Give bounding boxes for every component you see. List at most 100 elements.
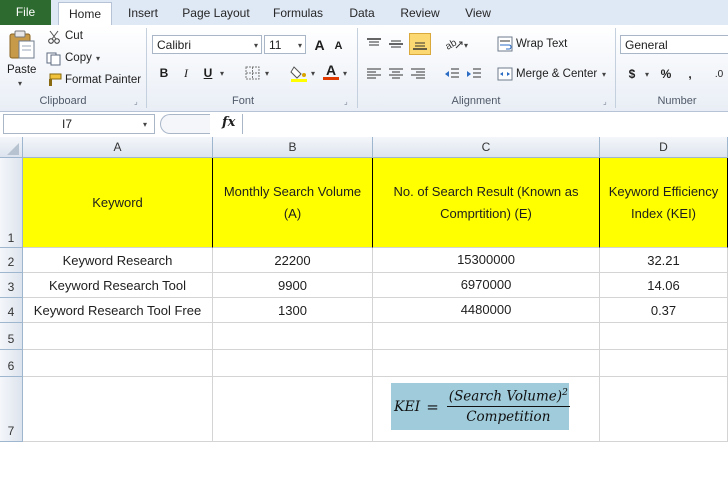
name-box-dropdown-icon[interactable]: ▾: [143, 120, 147, 129]
borders-icon[interactable]: [245, 66, 261, 81]
orientation-dropdown-icon[interactable]: ▾: [464, 41, 468, 50]
copy-button[interactable]: Copy: [65, 52, 92, 64]
bold-button[interactable]: B: [156, 64, 172, 82]
align-middle-icon[interactable]: [388, 37, 404, 51]
cell-empty[interactable]: [23, 377, 213, 442]
currency-dropdown-icon[interactable]: ▾: [645, 70, 649, 79]
number-format-combo[interactable]: General: [620, 35, 728, 54]
paste-dropdown-icon[interactable]: ▾: [18, 79, 22, 88]
font-dialog-launcher-icon[interactable]: ⌟: [344, 97, 348, 106]
decrease-indent-icon[interactable]: [444, 67, 460, 81]
column-header-b[interactable]: B: [213, 137, 373, 158]
cell-empty[interactable]: [23, 350, 213, 377]
paste-button[interactable]: Paste: [7, 64, 36, 76]
cell-results[interactable]: 15300000: [373, 248, 600, 273]
cell-keyword[interactable]: Keyword Research: [23, 248, 213, 273]
cell-empty[interactable]: [373, 323, 600, 350]
name-box[interactable]: I7: [3, 114, 155, 134]
currency-button[interactable]: $: [626, 65, 638, 83]
row-header-2[interactable]: 2: [0, 248, 23, 273]
header-cell-search-volume[interactable]: Monthly Search Volume (A): [213, 158, 373, 248]
cell-volume[interactable]: 1300: [213, 298, 373, 323]
format-painter-button[interactable]: Format Painter: [65, 74, 141, 86]
row-header-3[interactable]: 3: [0, 273, 23, 298]
cell-empty[interactable]: [600, 323, 728, 350]
row-header-1[interactable]: 1: [0, 158, 23, 248]
copy-icon[interactable]: [46, 52, 62, 66]
cell-volume[interactable]: 9900: [213, 273, 373, 298]
tab-home[interactable]: Home: [58, 2, 112, 27]
alignment-dialog-launcher-icon[interactable]: ⌟: [603, 97, 607, 106]
underline-button[interactable]: U: [200, 64, 216, 82]
cell-empty[interactable]: [213, 350, 373, 377]
grow-font-button[interactable]: A: [312, 35, 327, 54]
cell-empty[interactable]: [600, 377, 728, 442]
header-cell-kei[interactable]: Keyword Efficiency Index (KEI): [600, 158, 728, 248]
cell-keyword[interactable]: Keyword Research Tool Free: [23, 298, 213, 323]
increase-decimal-button[interactable]: .0: [710, 65, 728, 83]
increase-indent-icon[interactable]: [466, 67, 482, 81]
font-name-combo[interactable]: Calibri: [152, 35, 262, 54]
wrap-text-icon[interactable]: [497, 36, 513, 52]
cell-empty[interactable]: [213, 323, 373, 350]
cut-button[interactable]: Cut: [65, 30, 83, 42]
formula-input[interactable]: [242, 114, 728, 134]
row-header-6[interactable]: 6: [0, 350, 23, 377]
font-name-dropdown-icon[interactable]: ▾: [254, 41, 258, 50]
italic-button[interactable]: I: [178, 64, 194, 82]
cell-kei[interactable]: 0.37: [600, 298, 728, 323]
tab-file[interactable]: File: [0, 0, 51, 25]
wrap-text-button[interactable]: Wrap Text: [516, 38, 567, 50]
align-left-icon[interactable]: [366, 67, 382, 81]
borders-dropdown-icon[interactable]: ▾: [265, 69, 269, 78]
tab-insert[interactable]: Insert: [115, 2, 171, 25]
cut-icon[interactable]: [47, 30, 61, 44]
align-center-icon[interactable]: [388, 67, 404, 81]
copy-dropdown-icon[interactable]: ▾: [96, 54, 100, 63]
tab-view[interactable]: View: [455, 2, 501, 25]
format-painter-icon[interactable]: [46, 73, 62, 87]
cell-keyword[interactable]: Keyword Research Tool: [23, 273, 213, 298]
insert-function-button[interactable]: fx: [222, 115, 235, 130]
cell-empty[interactable]: [373, 350, 600, 377]
cell-kei[interactable]: 32.21: [600, 248, 728, 273]
cell-kei[interactable]: 14.06: [600, 273, 728, 298]
cell-results[interactable]: 6970000: [373, 273, 600, 298]
cell-empty[interactable]: [600, 350, 728, 377]
kei-formula-image[interactable]: KEI = (Search Volume)2 Competition: [391, 383, 570, 430]
merge-center-dropdown-icon[interactable]: ▾: [602, 70, 606, 79]
cell-results[interactable]: 4480000: [373, 298, 600, 323]
comma-style-button[interactable]: ,: [685, 65, 695, 83]
column-header-c[interactable]: C: [373, 137, 600, 158]
cell-empty[interactable]: [213, 377, 373, 442]
row-header-7[interactable]: 7: [0, 377, 23, 442]
row-header-4[interactable]: 4: [0, 298, 23, 323]
tab-review[interactable]: Review: [392, 2, 448, 25]
tab-data[interactable]: Data: [340, 2, 384, 25]
select-all-corner[interactable]: [0, 137, 23, 158]
fill-color-dropdown-icon[interactable]: ▾: [311, 69, 315, 78]
row-header-5[interactable]: 5: [0, 323, 23, 350]
tab-formulas[interactable]: Formulas: [264, 2, 332, 25]
header-cell-keyword[interactable]: Keyword: [23, 158, 213, 248]
merge-center-button[interactable]: Merge & Center: [516, 68, 597, 80]
align-right-icon[interactable]: [410, 67, 426, 81]
font-size-dropdown-icon[interactable]: ▾: [298, 41, 302, 50]
tab-page-layout[interactable]: Page Layout: [176, 2, 256, 25]
column-header-d[interactable]: D: [600, 137, 728, 158]
shrink-font-button[interactable]: A: [332, 37, 345, 54]
percent-button[interactable]: %: [659, 65, 673, 83]
font-color-button[interactable]: A: [323, 62, 339, 80]
paste-icon[interactable]: [6, 30, 38, 60]
cell-empty[interactable]: [23, 323, 213, 350]
clipboard-dialog-launcher-icon[interactable]: ⌟: [134, 97, 138, 106]
cell-volume[interactable]: 22200: [213, 248, 373, 273]
column-header-a[interactable]: A: [23, 137, 213, 158]
font-color-dropdown-icon[interactable]: ▾: [343, 69, 347, 78]
align-top-icon[interactable]: [366, 37, 382, 51]
fill-color-icon[interactable]: [290, 64, 308, 82]
formula-bar-splitter[interactable]: [160, 114, 210, 134]
header-cell-search-results[interactable]: No. of Search Result (Known as Comprtiti…: [373, 158, 600, 248]
underline-dropdown-icon[interactable]: ▾: [220, 69, 224, 78]
merge-center-icon[interactable]: [497, 66, 513, 82]
